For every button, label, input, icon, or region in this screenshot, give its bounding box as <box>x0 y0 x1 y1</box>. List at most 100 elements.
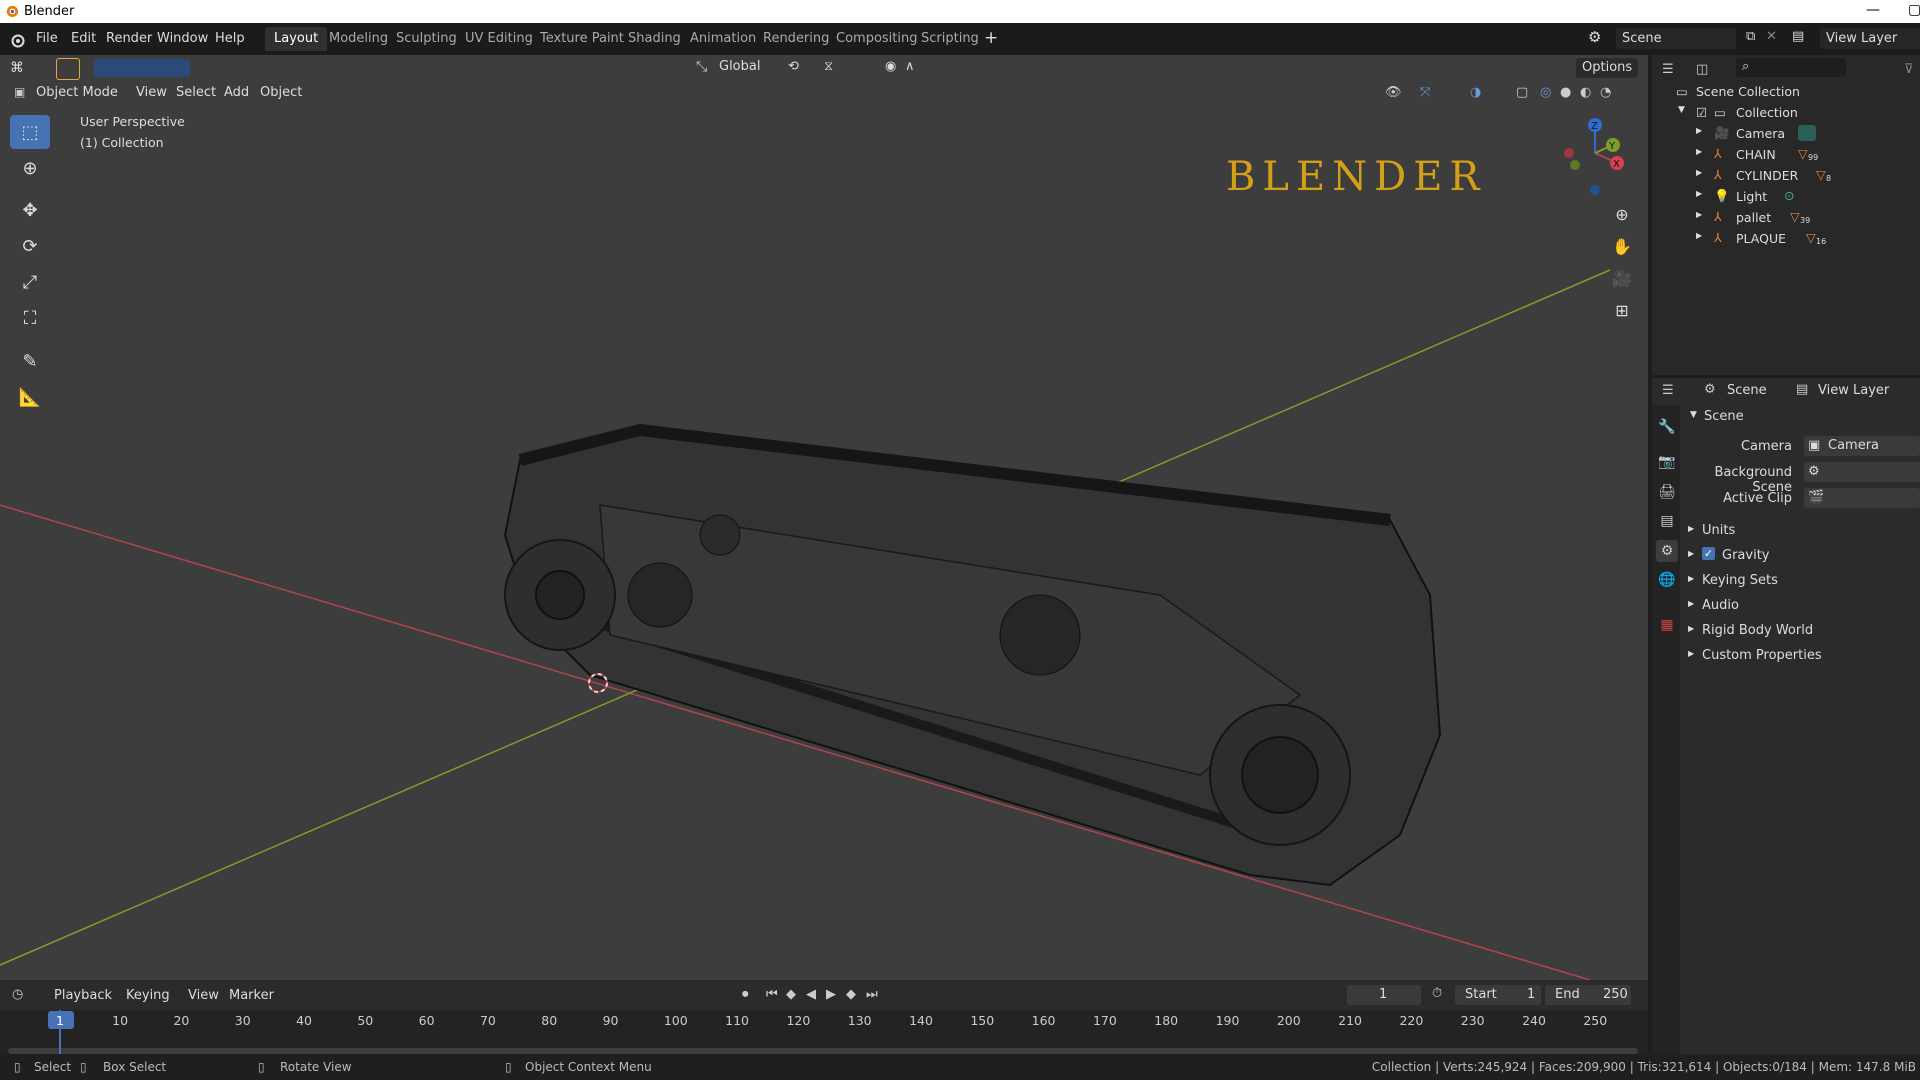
visibility-icon[interactable]: 👁 <box>1385 85 1402 100</box>
checkbox-icon[interactable]: ☑ <box>1696 105 1707 120</box>
menu-keying[interactable]: Keying <box>126 988 170 1003</box>
measure-tool[interactable]: 📐 <box>10 380 50 414</box>
stopwatch-icon[interactable]: ⏱ <box>1432 986 1442 1001</box>
section-keying-sets[interactable]: ▶ Keying Sets <box>1682 569 1920 593</box>
outliner-filter-icon[interactable]: ⊽ <box>1904 62 1914 77</box>
texture-tab-icon[interactable]: ▦ <box>1656 614 1678 636</box>
select-box-tool[interactable]: ⬚ <box>10 115 50 149</box>
prev-keyframe-icon[interactable]: ◆ <box>786 987 796 1002</box>
proportional-edit-icon[interactable]: ◉ <box>885 59 896 74</box>
rendered-shading-icon[interactable]: ◔ <box>1600 85 1611 100</box>
outliner-row-chain[interactable]: ▶ ⅄ CHAIN ▽ 99 <box>1652 144 1920 165</box>
current-frame-field[interactable]: 1 <box>1347 985 1421 1005</box>
scale-tool[interactable]: ⤢ <box>10 265 50 299</box>
tab-sculpting[interactable]: Sculpting <box>387 27 466 51</box>
outliner-row-cylinder[interactable]: ▶ ⅄ CYLINDER ▽ 8 <box>1652 165 1920 186</box>
expand-arrow-icon[interactable]: ▶ <box>1696 210 1702 219</box>
timeline-type-icon[interactable]: ◷ <box>12 987 23 1002</box>
mode-select[interactable]: Object Mode <box>36 85 118 100</box>
menu-view[interactable]: View <box>188 988 219 1003</box>
play-reverse-icon[interactable]: ◀ <box>806 987 816 1002</box>
camera-view-icon[interactable]: 🎥 <box>1608 264 1636 292</box>
menu-marker[interactable]: Marker <box>229 988 274 1003</box>
zoom-icon[interactable]: ⊕ <box>1608 200 1636 228</box>
end-frame-field[interactable]: End 250 <box>1545 985 1631 1005</box>
next-keyframe-icon[interactable]: ◆ <box>846 987 856 1002</box>
expand-arrow-icon[interactable]: ▶ <box>1696 168 1702 177</box>
tab-animation[interactable]: Animation <box>681 27 765 51</box>
tab-texture-paint[interactable]: Texture Paint <box>531 27 633 51</box>
cursor-tool[interactable]: ⊕ <box>10 151 50 185</box>
falloff-icon[interactable]: ∧ <box>905 59 915 74</box>
menu-help[interactable]: Help <box>215 31 245 46</box>
material-shading-icon[interactable]: ◐ <box>1580 85 1591 100</box>
record-icon[interactable]: ⏺ <box>742 987 749 1002</box>
output-tab-icon[interactable]: 🖨 <box>1656 481 1678 503</box>
play-icon[interactable]: ▶ <box>826 987 836 1002</box>
editor-type-icon[interactable]: ⌘ <box>10 60 24 76</box>
select-mode-icon[interactable] <box>56 58 80 80</box>
section-units[interactable]: ▶ Units <box>1682 519 1920 543</box>
section-audio[interactable]: ▶ Audio <box>1682 594 1920 618</box>
outliner-row-scene-collection[interactable]: ▭ Scene Collection <box>1652 81 1920 102</box>
menu-add[interactable]: Add <box>224 85 249 100</box>
transform-tool[interactable]: ⛶ <box>10 301 50 335</box>
jump-end-icon[interactable]: ⏭ <box>866 987 878 1002</box>
render-tab-icon[interactable]: 📷 <box>1656 451 1678 473</box>
snap-icon[interactable]: ⧖ <box>824 59 833 74</box>
display-mode-icon[interactable]: ◫ <box>1696 62 1708 77</box>
ortho-toggle-icon[interactable]: ⊞ <box>1608 296 1636 324</box>
pivot-point-icon[interactable]: ⟲ <box>788 59 799 74</box>
solid-shading-icon[interactable]: ● <box>1560 85 1571 100</box>
scene-icon[interactable]: ⚙ <box>1588 28 1601 46</box>
menu-edit[interactable]: Edit <box>71 31 96 46</box>
start-frame-field[interactable]: Start 1 <box>1455 985 1541 1005</box>
tab-shading[interactable]: Shading <box>619 27 690 51</box>
view-layer-icon[interactable]: ▤ <box>1792 29 1804 44</box>
background-scene-field[interactable]: ⚙ <box>1804 462 1920 482</box>
world-tab-icon[interactable]: 🌐 <box>1656 569 1678 591</box>
new-scene-icon[interactable]: ⧉ <box>1746 29 1755 44</box>
minimize-button[interactable]: — <box>1866 2 1880 18</box>
menu-window[interactable]: Window <box>157 31 208 46</box>
navigation-gizmo[interactable]: Z X Y <box>1555 113 1635 198</box>
section-rigid-body-world[interactable]: ▶ Rigid Body World <box>1682 619 1920 643</box>
section-custom-properties[interactable]: ▶ Custom Properties <box>1682 644 1920 668</box>
tab-uv-editing[interactable]: UV Editing <box>456 27 542 51</box>
move-tool[interactable]: ✥ <box>10 193 50 227</box>
close-scene-icon[interactable]: ✕ <box>1766 29 1777 44</box>
outliner-row-pallet[interactable]: ▶ ⅄ pallet ▽ 39 <box>1652 207 1920 228</box>
scene-tab-icon[interactable]: ⚙ <box>1656 540 1678 562</box>
active-clip-field[interactable]: 🎬 <box>1804 488 1920 508</box>
tab-layout[interactable]: Layout <box>265 27 328 51</box>
outliner-row-camera[interactable]: ▶ 🎥 Camera <box>1652 123 1920 144</box>
xray-icon[interactable]: ▢ <box>1516 85 1528 100</box>
overlays-icon[interactable]: ◑ <box>1470 85 1481 100</box>
gizmo-toggle-icon[interactable]: ⤧ <box>1420 85 1430 100</box>
menu-render[interactable]: Render <box>106 31 152 46</box>
menu-view[interactable]: View <box>136 85 167 100</box>
outliner-row-collection[interactable]: ▼ ☑ ▭ Collection <box>1652 102 1920 123</box>
wireframe-shading-icon[interactable]: ◎ <box>1540 85 1551 100</box>
options-menu[interactable]: Options <box>1576 58 1638 78</box>
rotate-tool[interactable]: ⟳ <box>10 229 50 263</box>
view-layer-tab-icon[interactable]: ▤ <box>1656 510 1678 532</box>
view-layer-selector[interactable]: View Layer <box>1820 28 1920 49</box>
properties-type-icon[interactable]: ☰ <box>1662 383 1674 398</box>
menu-playback[interactable]: Playback <box>54 988 112 1003</box>
selection-mode-group[interactable] <box>94 59 190 77</box>
tool-tab-icon[interactable]: 🔧 <box>1656 416 1678 438</box>
menu-object[interactable]: Object <box>260 85 302 100</box>
maximize-button[interactable]: ▢ <box>1908 2 1920 18</box>
scene-selector[interactable]: Scene <box>1616 28 1736 49</box>
jump-start-icon[interactable]: ⏮ <box>766 987 778 1002</box>
camera-field[interactable]: ▣ Camera <box>1804 436 1920 456</box>
section-gravity[interactable]: ▶ ✓ Gravity <box>1682 544 1920 568</box>
expand-arrow-icon[interactable]: ▶ <box>1696 126 1702 135</box>
pan-hand-icon[interactable]: ✋ <box>1608 232 1636 260</box>
transform-orientation-select[interactable]: Global <box>719 59 760 74</box>
outliner-row-plaque[interactable]: ▶ ⅄ PLAQUE ▽ 16 <box>1652 228 1920 249</box>
outliner-search-input[interactable]: ⌕ <box>1736 58 1846 77</box>
menu-select[interactable]: Select <box>176 85 216 100</box>
outliner-row-light[interactable]: ▶ 💡 Light ⊙ <box>1652 186 1920 207</box>
